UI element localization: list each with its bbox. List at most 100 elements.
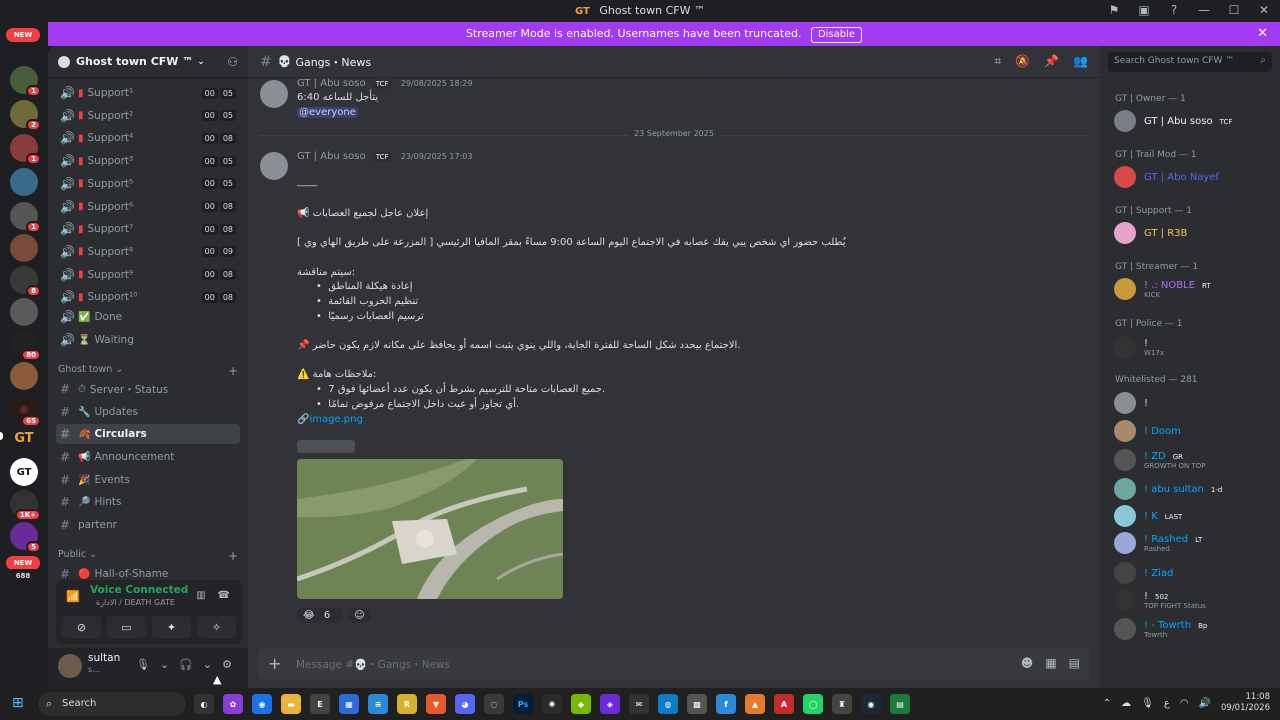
taskbar-search[interactable]: ⌕ Search [38,692,186,716]
brave-icon[interactable]: ▼ [426,694,446,714]
volume-icon[interactable]: 🔊 [1199,698,1211,709]
server-icon[interactable]: 2 [10,100,41,131]
gif-icon[interactable]: ▦ [1045,656,1056,670]
member-item[interactable]: ! Rashed LT Rashed [1114,532,1274,554]
server-icon[interactable]: 5 [10,522,41,553]
chevron-down-icon[interactable]: ⌄ [160,658,169,671]
whatsapp-icon[interactable]: ◯ [803,694,823,714]
member-item[interactable]: GT | Abu soso TCF [1114,110,1274,132]
app-icon[interactable]: ◈ [600,694,620,714]
upload-plus-icon[interactable]: + [268,654,281,673]
notes-icon[interactable]: ≡ [368,694,388,714]
mic-icon[interactable]: 🎙 [136,658,150,671]
app-icon[interactable]: f [716,694,736,714]
clock[interactable]: 11:08 09/01/2026 [1221,692,1270,714]
attached-image[interactable] [297,459,563,599]
gear-icon[interactable]: ⚙ [222,658,232,671]
member-item[interactable]: GT | Abo Nayef [1114,166,1274,188]
disable-button[interactable]: Disable [810,27,863,43]
chrome-icon[interactable]: ◉ [252,694,272,714]
member-item[interactable]: ! W17x [1114,336,1274,358]
reaction-button[interactable]: 😂 6 [297,608,343,623]
app-icon[interactable]: ✺ [542,694,562,714]
app-icon[interactable]: ▩ [687,694,707,714]
channel-support[interactable]: 🔊 ▮ Support⁹ 00 08 [56,265,240,285]
screen-share-button[interactable]: ▭ [107,616,146,638]
app-icon[interactable]: A [774,694,794,714]
app-icon[interactable]: ◌ [484,694,504,714]
app-icon[interactable]: ◐ [194,694,214,714]
server-icon[interactable]: 80 [10,330,41,361]
spoiler-block[interactable] [297,440,355,453]
channel-events[interactable]: # 🎉 Events [56,470,240,490]
channel-support[interactable]: 🔊 ▮ Support⁸ 00 09 [56,242,240,262]
member-item[interactable]: ! 502 TOP FIGHT Status [1114,589,1274,611]
message-author[interactable]: GT | Abu soso [297,78,366,89]
maximize-button[interactable]: ☐ [1226,3,1242,17]
steam-icon[interactable]: ◉ [861,694,881,714]
member-item[interactable]: ! abu sultan 1-d [1114,478,1274,500]
discord-icon[interactable]: ◕ [455,694,475,714]
camera-off-button[interactable]: ⊘ [62,616,101,638]
server-icon[interactable]: 1K+ [10,490,41,521]
channel-circulars[interactable]: # 🍂 Circulars [56,424,240,444]
channel-announcement[interactable]: # 📢 Announcement [56,447,240,467]
add-reaction-icon[interactable]: ☺ [348,608,371,623]
chevron-down-icon[interactable]: ⌄ [203,658,212,671]
edge-icon[interactable]: ◍ [658,694,678,714]
avatar[interactable] [260,80,288,108]
channel-server-status[interactable]: # ⏱ Server・Status [56,379,240,399]
folder-icon[interactable]: ▬ [281,694,301,714]
threads-icon[interactable]: ⌗ [994,54,1001,69]
server-icon[interactable]: 1 [10,66,41,97]
help-icon[interactable]: ? [1166,3,1182,17]
server-icon[interactable] [10,298,38,326]
server-icon[interactable]: 1 [10,202,41,233]
sheets-icon[interactable]: ▤ [890,694,910,714]
server-icon[interactable] [10,362,38,390]
screen-icon[interactable]: ▣ [1136,3,1152,17]
message-composer[interactable]: + Message #💀・Gangs・News ☻ ▦ ▤ [258,648,1090,680]
photoshop-icon[interactable]: Ps [513,694,533,714]
chevron-up-icon[interactable]: ⌃ [1103,698,1111,709]
minimize-button[interactable]: — [1196,3,1212,17]
avatar[interactable] [58,654,82,678]
members-icon[interactable]: 👥 [1073,54,1088,69]
headset-icon[interactable]: 🎧 [179,658,193,671]
channel-support[interactable]: 🔊 ▮ Support⁴ 00 08 [56,128,240,148]
mail-icon[interactable]: ✉ [629,694,649,714]
channel-done[interactable]: 🔊 ✅ Done [56,307,240,327]
member-item[interactable]: ! Doom [1114,420,1274,442]
channel-partner[interactable]: # partenr [56,515,240,535]
mute-icon[interactable]: 🔕 [1015,54,1030,69]
member-item[interactable]: ! [1114,392,1274,414]
server-icon[interactable] [10,234,38,262]
app-icon[interactable]: R [397,694,417,714]
search-input[interactable]: Search Ghost town CFW ™ ⌕ [1108,52,1272,72]
member-item[interactable]: ! - Towrth Bp Towrth [1114,618,1274,640]
app-icon[interactable]: ✿ [223,694,243,714]
effects-button[interactable]: ✧ [197,616,236,638]
message-input[interactable]: Message #💀・Gangs・News [296,657,450,672]
voice-channel[interactable]: الادارة / DEATH GATE [96,598,175,607]
server-icon[interactable]: 8 [10,266,41,297]
gift-icon[interactable]: ☻ [1021,656,1034,670]
channel-support[interactable]: 🔊 ▮ Support³ 00 05 [56,151,240,171]
apps-icon[interactable]: ▤ [1069,656,1080,670]
nvidia-icon[interactable]: ◆ [571,694,591,714]
channel-support[interactable]: 🔊 ▮ Support⁵ 00 05 [56,174,240,194]
member-item[interactable]: ! K LAST [1114,505,1274,527]
member-item[interactable]: ! .: NOBLE RT KICK [1114,278,1274,300]
member-item[interactable]: ! Ziad [1114,562,1274,584]
mention[interactable]: @everyone [297,107,358,118]
epic-icon[interactable]: E [310,694,330,714]
close-icon[interactable]: ✕ [1257,22,1268,46]
windows-start-icon[interactable]: ⊞ [12,695,24,711]
server-icon-gt[interactable]: GT [10,424,38,452]
server-icon[interactable]: GT [10,458,38,486]
category-public[interactable]: Public ⌄ + [58,549,238,563]
member-item[interactable]: ! ZD GR GROWTH ON TOP [1114,449,1274,471]
channel-updates[interactable]: # 🔧 Updates [56,402,240,422]
attachment-link[interactable]: 🔗image.png [297,414,363,425]
soundboard-icon[interactable]: ▥ [196,590,205,601]
